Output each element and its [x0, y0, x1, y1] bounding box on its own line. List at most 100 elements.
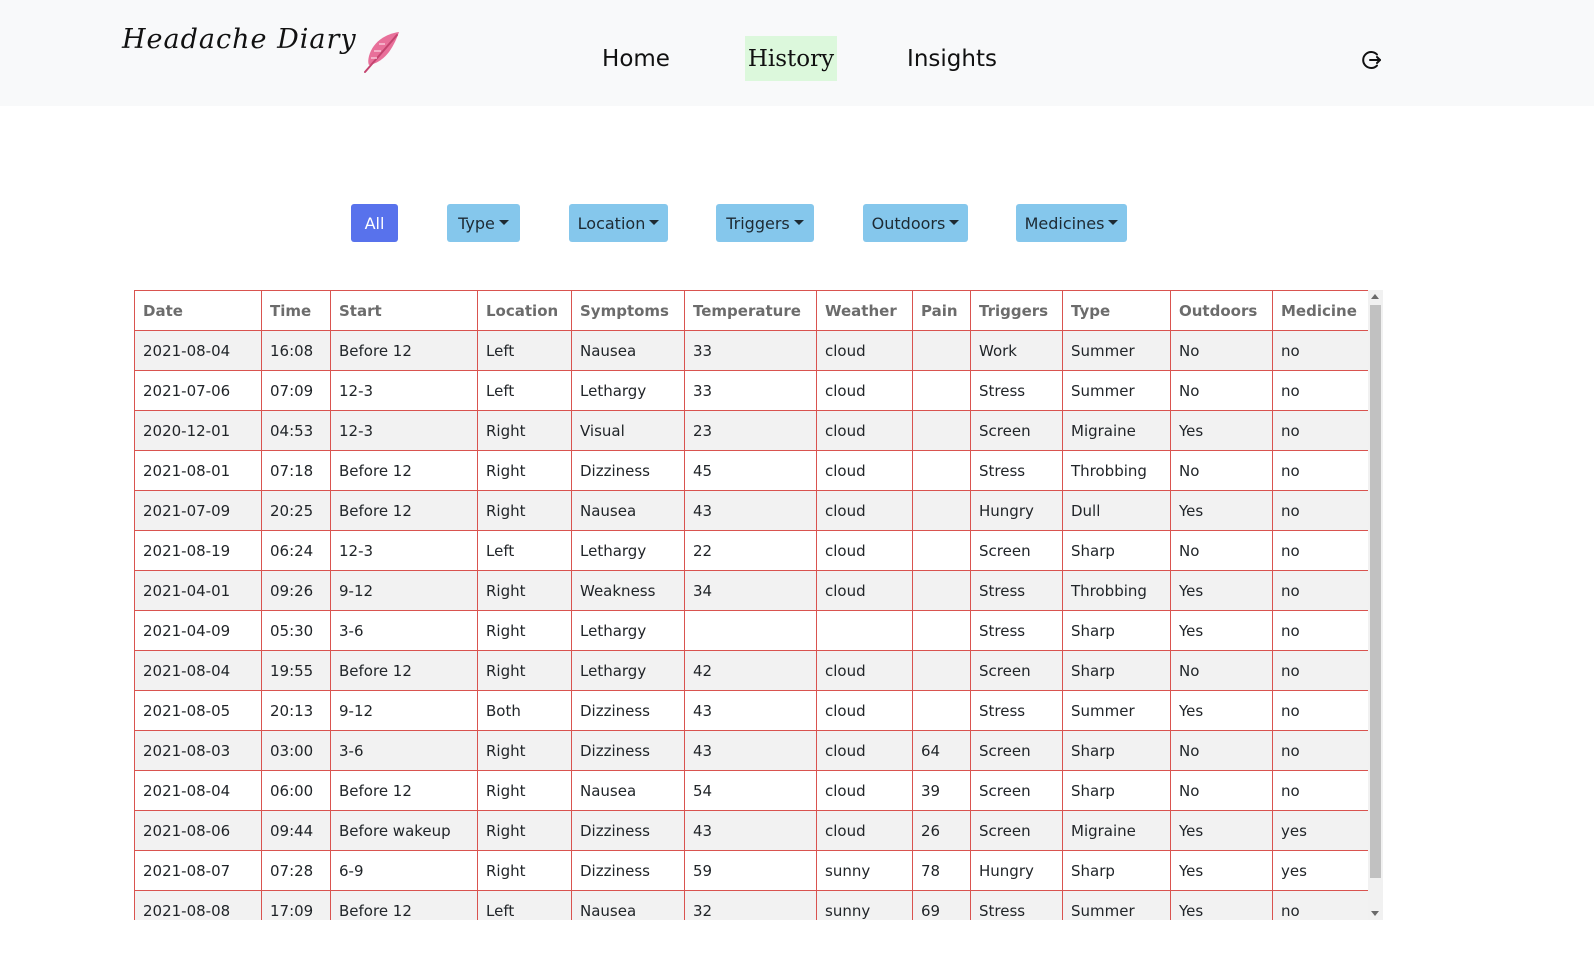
table-cell: Right	[477, 770, 572, 811]
table-cell: Throbbing	[1062, 450, 1171, 491]
table-scrollbar[interactable]	[1368, 290, 1383, 920]
history-table-container[interactable]: Date Time Start Location Symptoms Temperature…	[134, 290, 1384, 920]
table-cell: 12-3	[330, 530, 478, 571]
table-cell: 09:26	[261, 570, 331, 611]
table-row[interactable]: 2021-08-03 03:00 3-6 Right Dizziness 43 cloud 6…	[134, 730, 1369, 771]
table-cell: no	[1272, 330, 1369, 371]
scroll-up-arrow-icon[interactable]	[1371, 294, 1379, 299]
table-cell: 43	[684, 690, 817, 731]
table-cell: 3-6	[330, 610, 478, 651]
column-header: Triggers	[970, 290, 1063, 331]
table-cell: 54	[684, 770, 817, 811]
brand-title: Headache Diary	[122, 24, 357, 55]
table-cell: 04:53	[261, 410, 331, 451]
table-cell: cloud	[816, 810, 913, 851]
table-cell: 2021-07-06	[134, 370, 262, 411]
table-cell: 43	[684, 490, 817, 531]
table-cell: Dizziness	[571, 450, 685, 491]
table-cell: 42	[684, 650, 817, 691]
table-cell: No	[1170, 370, 1273, 411]
table-cell: Both	[477, 690, 572, 731]
filter-location-dropdown[interactable]: Location	[569, 204, 668, 242]
table-cell: Sharp	[1062, 530, 1171, 571]
caret-down-icon	[649, 219, 660, 225]
table-cell: Stress	[970, 690, 1063, 731]
filter-medicines-dropdown[interactable]: Medicines	[1016, 204, 1127, 242]
table-row[interactable]: 2021-07-06 07:09 12-3 Left Lethargy 33 cloud St…	[134, 370, 1369, 411]
table-cell: 2021-08-05	[134, 690, 262, 731]
table-cell: Dizziness	[571, 810, 685, 851]
table-cell: Yes	[1170, 690, 1273, 731]
table-cell: Screen	[970, 770, 1063, 811]
table-cell: 3-6	[330, 730, 478, 771]
table-row[interactable]: 2021-08-07 07:28 6-9 Right Dizziness 59 sunny 7…	[134, 850, 1369, 891]
table-cell: no	[1272, 530, 1369, 571]
table-cell: cloud	[816, 450, 913, 491]
table-cell: Before wakeup	[330, 810, 478, 851]
table-cell: cloud	[816, 490, 913, 531]
table-cell: Stress	[970, 570, 1063, 611]
scrollbar-thumb[interactable]	[1370, 305, 1381, 878]
logout-icon[interactable]	[1360, 49, 1382, 71]
table-cell: Left	[477, 330, 572, 371]
table-cell: Sharp	[1062, 610, 1171, 651]
table-cell: Sharp	[1062, 850, 1171, 891]
table-cell: cloud	[816, 370, 913, 411]
table-cell: Left	[477, 530, 572, 571]
table-cell: 2021-04-09	[134, 610, 262, 651]
table-row[interactable]: 2021-08-04 06:00 Before 12 Right Nausea 54 clo…	[134, 770, 1369, 811]
table-cell: Weakness	[571, 570, 685, 611]
table-cell: 43	[684, 810, 817, 851]
table-row[interactable]: 2021-04-01 09:26 9-12 Right Weakness 34 cloud S…	[134, 570, 1369, 611]
table-cell: 32	[684, 890, 817, 920]
table-cell: Screen	[970, 650, 1063, 691]
table-cell: 39	[912, 770, 971, 811]
table-row[interactable]: 2021-08-05 20:13 9-12 Both Dizziness 43 cloud S…	[134, 690, 1369, 731]
table-cell: 33	[684, 330, 817, 371]
filter-triggers-dropdown[interactable]: Triggers	[716, 204, 814, 242]
table-cell	[912, 370, 971, 411]
table-cell: no	[1272, 410, 1369, 451]
table-row[interactable]: 2021-08-08 17:09 Before 12 Left Nausea 32 sunn…	[134, 890, 1369, 920]
table-cell: Before 12	[330, 650, 478, 691]
table-cell: No	[1170, 730, 1273, 771]
table-cell: no	[1272, 650, 1369, 691]
caret-down-icon	[793, 219, 804, 225]
column-header: Medicine	[1272, 290, 1369, 331]
nav-history[interactable]: History	[745, 36, 837, 81]
brand-logo[interactable]: Headache Diary	[122, 22, 401, 82]
table-cell: Left	[477, 890, 572, 920]
table-row[interactable]: 2021-04-09 05:30 3-6 Right Lethargy Stress Sha…	[134, 610, 1369, 651]
table-cell: 16:08	[261, 330, 331, 371]
table-cell: Nausea	[571, 770, 685, 811]
table-cell	[912, 450, 971, 491]
nav-home[interactable]: Home	[596, 36, 676, 81]
table-row[interactable]: 2021-08-19 06:24 12-3 Left Lethargy 22 cloud Sc…	[134, 530, 1369, 571]
nav-insights[interactable]: Insights	[902, 36, 1002, 81]
table-cell: 22	[684, 530, 817, 571]
table-cell: no	[1272, 770, 1369, 811]
table-row[interactable]: 2021-08-04 19:55 Before 12 Right Lethargy 42 c…	[134, 650, 1369, 691]
table-row[interactable]: 2021-08-04 16:08 Before 12 Left Nausea 33 clou…	[134, 330, 1369, 371]
filter-type-dropdown[interactable]: Type	[447, 204, 520, 242]
filter-bar: All Type Location Triggers Outdoors Medi…	[0, 204, 1594, 242]
table-cell	[684, 610, 817, 651]
table-cell: Yes	[1170, 850, 1273, 891]
table-cell: Dull	[1062, 490, 1171, 531]
table-cell: 2021-08-07	[134, 850, 262, 891]
table-cell	[912, 530, 971, 571]
table-row[interactable]: 2020-12-01 04:53 12-3 Right Visual 23 cloud Scr…	[134, 410, 1369, 451]
filter-medicines-label: Medicines	[1024, 213, 1105, 233]
table-cell: sunny	[816, 850, 913, 891]
table-row[interactable]: 2021-07-09 20:25 Before 12 Right Nausea 43 clo…	[134, 490, 1369, 531]
top-navbar: Headache Diary Home History Insights	[0, 0, 1594, 106]
table-cell: Summer	[1062, 690, 1171, 731]
filter-outdoors-dropdown[interactable]: Outdoors	[863, 204, 968, 242]
table-row[interactable]: 2021-08-06 09:44 Before wakeup Right Dizzine…	[134, 810, 1369, 851]
table-cell: Work	[970, 330, 1063, 371]
table-cell: Yes	[1170, 810, 1273, 851]
table-row[interactable]: 2021-08-01 07:18 Before 12 Right Dizziness 45…	[134, 450, 1369, 491]
table-cell: Yes	[1170, 490, 1273, 531]
filter-all-button[interactable]: All	[351, 204, 398, 242]
scroll-down-arrow-icon[interactable]	[1371, 911, 1379, 916]
